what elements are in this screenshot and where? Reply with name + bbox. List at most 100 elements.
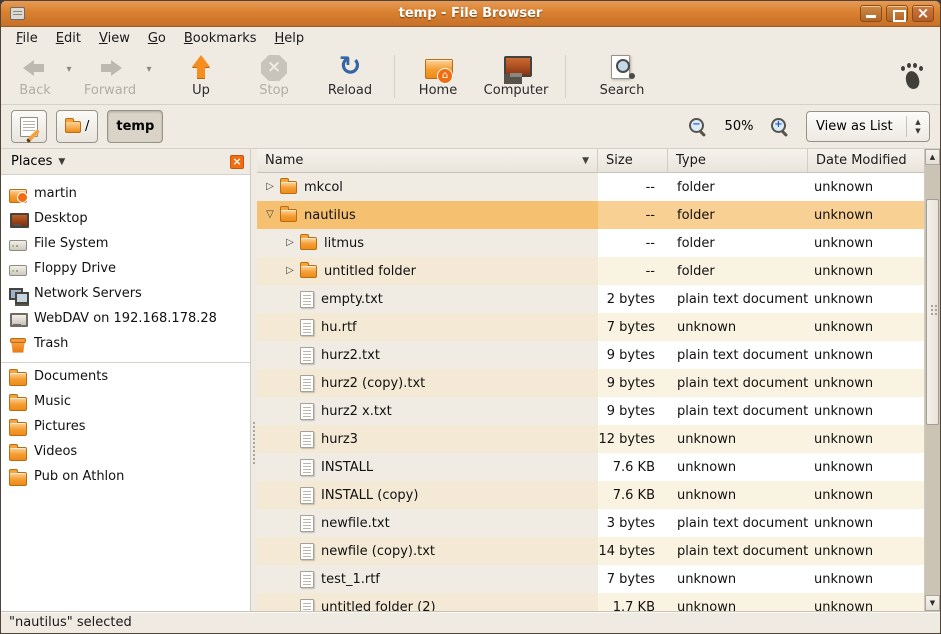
minimize-button[interactable] [860,5,882,22]
places-item[interactable]: Floppy Drive [1,256,250,281]
toolbar-item[interactable]: ▾ [141,49,157,104]
date-cell: unknown [808,425,924,453]
place-icon [9,336,27,352]
toolbar-item[interactable]: ▾ [61,49,77,104]
place-icon [9,394,27,410]
scroll-up-button[interactable]: ▲ [925,149,940,165]
file-row[interactable]: hurz2.txt 9 bytes plain text document un… [257,341,924,369]
toolbar-item[interactable]: Forward [79,49,141,104]
toolbar-icon [259,53,289,83]
date-cell: unknown [808,481,924,509]
close-button[interactable] [912,5,934,22]
date-cell: unknown [808,341,924,369]
column-header[interactable]: Type [668,149,808,173]
menu-item[interactable]: Go [139,29,175,48]
place-label: Pictures [34,419,85,434]
toolbar-item[interactable] [394,55,395,98]
edit-location-button[interactable] [11,110,47,143]
file-row[interactable]: newfile (copy).txt 14 bytes plain text d… [257,537,924,565]
zoom-in-icon: + [773,119,784,130]
titlebar[interactable]: temp - File Browser [1,1,940,27]
expander-icon[interactable] [283,229,297,257]
size-cell: -- [598,173,668,201]
toolbar-item[interactable]: Search [592,49,652,104]
menu-item[interactable]: Help [266,29,314,48]
toolbar-item[interactable]: Reload [319,49,381,104]
type-cell: plain text document [668,537,808,565]
name-cell: empty.txt [257,285,598,313]
zoom-in-button[interactable]: + [770,117,790,137]
menu-item[interactable]: Bookmarks [175,29,266,48]
file-type-icon [300,265,317,278]
expander-icon[interactable] [263,173,277,201]
file-row[interactable]: litmus -- folder unknown [257,229,924,257]
zoom-out-icon: − [691,119,702,130]
file-row[interactable]: mkcol -- folder unknown [257,173,924,201]
places-item[interactable]: Network Servers [1,281,250,306]
places-item[interactable] [1,356,250,364]
current-path-button[interactable]: temp [107,110,163,143]
places-item[interactable]: Music [1,389,250,414]
file-row[interactable]: hurz2 (copy).txt 9 bytes plain text docu… [257,369,924,397]
column-header[interactable]: Date Modified [808,149,924,173]
file-type-icon [300,375,314,392]
place-label: Videos [34,444,77,459]
column-header[interactable]: Name ▼ [257,149,598,173]
toolbar-item[interactable]: Home [408,49,468,104]
column-header[interactable]: Size [598,149,668,173]
date-cell: unknown [808,509,924,537]
column-label: Name [265,153,303,168]
expander-icon[interactable] [283,257,297,285]
name-cell: INSTALL [257,453,598,481]
file-row[interactable]: newfile.txt 3 bytes plain text document … [257,509,924,537]
place-icon [9,369,27,385]
places-item[interactable]: Pictures [1,414,250,439]
name-cell: newfile.txt [257,509,598,537]
menu-item[interactable]: View [90,29,139,48]
zoom-out-button[interactable]: − [688,117,708,137]
pane-resize-handle[interactable] [251,149,257,611]
toolbar-item[interactable]: Computer [480,49,552,104]
place-icon [9,236,27,252]
file-row[interactable]: untitled folder -- folder unknown [257,257,924,285]
file-row[interactable]: INSTALL (copy) 7.6 KB unknown unknown [257,481,924,509]
file-row[interactable]: hurz2 x.txt 9 bytes plain text document … [257,397,924,425]
file-row[interactable]: empty.txt 2 bytes plain text document un… [257,285,924,313]
toolbar-label: Forward [84,83,136,98]
file-row[interactable]: test_1.rtf 7 bytes unknown unknown [257,565,924,593]
places-item[interactable]: Desktop [1,206,250,231]
name-cell: test_1.rtf [257,565,598,593]
file-row[interactable]: nautilus -- folder unknown [257,201,924,229]
places-item[interactable]: Videos [1,439,250,464]
name-cell: untitled folder [257,257,598,285]
file-row[interactable]: INSTALL 7.6 KB unknown unknown [257,453,924,481]
menu-item[interactable]: File [7,29,47,48]
file-row[interactable]: hu.rtf 7 bytes unknown unknown [257,313,924,341]
view-mode-dropdown[interactable]: View as List ▲ ▼ [806,111,930,142]
places-item[interactable]: Pub on Athlon [1,464,250,489]
places-item[interactable]: martin [1,181,250,206]
places-item[interactable]: Documents [1,364,250,389]
place-label: Network Servers [34,286,142,301]
toolbar-item[interactable]: Stop [249,49,299,104]
toolbar-item[interactable] [565,55,566,98]
scrollbar-trough[interactable] [925,165,940,595]
file-row[interactable]: untitled folder (2) 1.7 KB unknown unkno… [257,593,924,611]
scrollbar-thumb[interactable] [926,199,939,425]
file-name: untitled folder (2) [321,600,436,612]
scroll-down-button[interactable]: ▼ [925,595,940,611]
size-cell: -- [598,201,668,229]
file-row[interactable]: hurz3 12 bytes unknown unknown [257,425,924,453]
places-header[interactable]: Places ▼ × [1,149,250,175]
expander-icon[interactable] [263,201,277,229]
maximize-button[interactable] [886,5,908,22]
close-sidebar-button[interactable]: × [230,155,244,169]
file-name: mkcol [304,180,343,195]
toolbar-item[interactable]: Up [175,49,227,104]
places-item[interactable]: File System [1,231,250,256]
places-item[interactable]: Trash [1,331,250,356]
root-path-button[interactable]: / [56,110,98,143]
places-item[interactable]: WebDAV on 192.168.178.28 [1,306,250,331]
toolbar-item[interactable]: Back [9,49,61,104]
menu-item[interactable]: Edit [47,29,90,48]
